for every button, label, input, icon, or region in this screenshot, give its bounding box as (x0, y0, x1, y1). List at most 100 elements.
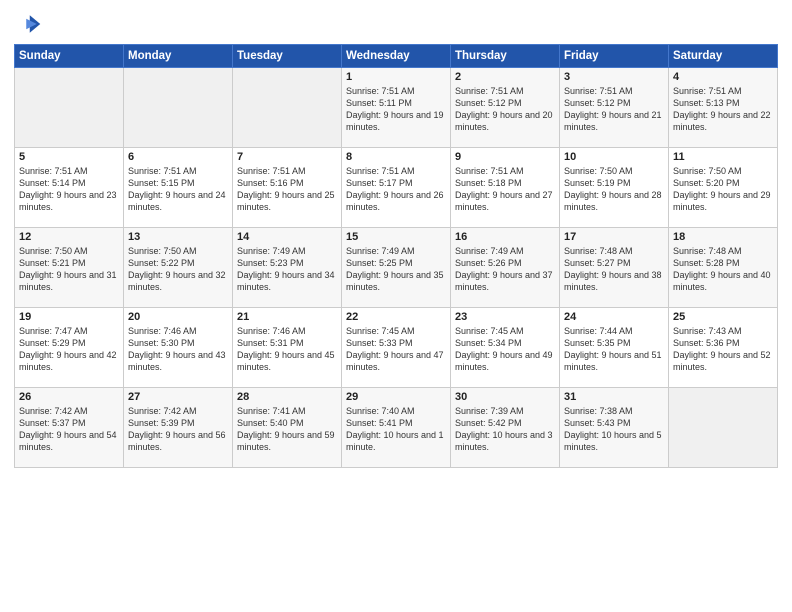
calendar-cell: 12 Sunrise: 7:50 AMSunset: 5:21 PMDayligh… (15, 228, 124, 308)
day-number: 29 (346, 391, 446, 403)
cell-content: Sunrise: 7:51 AMSunset: 5:12 PMDaylight:… (455, 85, 555, 134)
cell-content: Sunrise: 7:45 AMSunset: 5:34 PMDaylight:… (455, 325, 555, 374)
week-row-1: 1 Sunrise: 7:51 AMSunset: 5:11 PMDaylight… (15, 68, 778, 148)
cell-content: Sunrise: 7:48 AMSunset: 5:28 PMDaylight:… (673, 245, 773, 294)
day-number: 15 (346, 231, 446, 243)
day-number: 13 (128, 231, 228, 243)
calendar-cell: 22 Sunrise: 7:45 AMSunset: 5:33 PMDayligh… (342, 308, 451, 388)
calendar-cell (233, 68, 342, 148)
calendar-cell: 14Sunrise: 7:49 AMSunset: 5:23 PMDayligh… (233, 228, 342, 308)
calendar-cell: 21Sunrise: 7:46 AMSunset: 5:31 PMDayligh… (233, 308, 342, 388)
day-number: 26 (19, 391, 119, 403)
cell-content: Sunrise: 7:51 AMSunset: 5:17 PMDaylight:… (346, 165, 446, 214)
cell-content: Sunrise: 7:40 AMSunset: 5:41 PMDaylight:… (346, 405, 446, 454)
day-number: 20 (128, 311, 228, 323)
cell-content: Sunrise: 7:51 AMSunset: 5:14 PMDaylight:… (19, 165, 119, 214)
day-number: 3 (564, 71, 664, 83)
day-number: 31 (564, 391, 664, 403)
calendar-cell: 25 Sunrise: 7:43 AMSunset: 5:36 PMDayligh… (669, 308, 778, 388)
calendar-cell: 2 Sunrise: 7:51 AMSunset: 5:12 PMDaylight… (451, 68, 560, 148)
cell-content: Sunrise: 7:44 AMSunset: 5:35 PMDaylight:… (564, 325, 664, 374)
day-number: 12 (19, 231, 119, 243)
cell-content: Sunrise: 7:41 AMSunset: 5:40 PMDaylight:… (237, 405, 337, 454)
calendar-cell: 11Sunrise: 7:50 AMSunset: 5:20 PMDayligh… (669, 148, 778, 228)
cell-content: Sunrise: 7:49 AMSunset: 5:25 PMDaylight:… (346, 245, 446, 294)
calendar-cell: 18Sunrise: 7:48 AMSunset: 5:28 PMDayligh… (669, 228, 778, 308)
day-number: 5 (19, 151, 119, 163)
cell-content: Sunrise: 7:42 AMSunset: 5:37 PMDaylight:… (19, 405, 119, 454)
header (14, 10, 778, 38)
calendar-cell (15, 68, 124, 148)
day-number: 8 (346, 151, 446, 163)
calendar-cell: 8 Sunrise: 7:51 AMSunset: 5:17 PMDaylight… (342, 148, 451, 228)
day-number: 11 (673, 151, 773, 163)
page: SundayMondayTuesdayWednesdayThursdayFrid… (0, 0, 792, 612)
day-number: 22 (346, 311, 446, 323)
cell-content: Sunrise: 7:39 AMSunset: 5:42 PMDaylight:… (455, 405, 555, 454)
calendar-cell: 27 Sunrise: 7:42 AMSunset: 5:39 PMDayligh… (124, 388, 233, 468)
day-number: 17 (564, 231, 664, 243)
calendar-cell: 15 Sunrise: 7:49 AMSunset: 5:25 PMDayligh… (342, 228, 451, 308)
weekday-header-monday: Monday (124, 45, 233, 68)
week-row-4: 19Sunrise: 7:47 AMSunset: 5:29 PMDayligh… (15, 308, 778, 388)
calendar-cell: 5 Sunrise: 7:51 AMSunset: 5:14 PMDaylight… (15, 148, 124, 228)
logo-icon (14, 10, 42, 38)
cell-content: Sunrise: 7:51 AMSunset: 5:15 PMDaylight:… (128, 165, 228, 214)
day-number: 30 (455, 391, 555, 403)
calendar-cell: 3 Sunrise: 7:51 AMSunset: 5:12 PMDaylight… (560, 68, 669, 148)
week-row-3: 12 Sunrise: 7:50 AMSunset: 5:21 PMDayligh… (15, 228, 778, 308)
calendar-cell: 1 Sunrise: 7:51 AMSunset: 5:11 PMDaylight… (342, 68, 451, 148)
day-number: 25 (673, 311, 773, 323)
calendar-cell: 30 Sunrise: 7:39 AMSunset: 5:42 PMDayligh… (451, 388, 560, 468)
cell-content: Sunrise: 7:46 AMSunset: 5:31 PMDaylight:… (237, 325, 337, 374)
day-number: 16 (455, 231, 555, 243)
calendar-cell: 6Sunrise: 7:51 AMSunset: 5:15 PMDaylight… (124, 148, 233, 228)
cell-content: Sunrise: 7:50 AMSunset: 5:19 PMDaylight:… (564, 165, 664, 214)
cell-content: Sunrise: 7:51 AMSunset: 5:12 PMDaylight:… (564, 85, 664, 134)
calendar-cell: 16 Sunrise: 7:49 AMSunset: 5:26 PMDayligh… (451, 228, 560, 308)
cell-content: Sunrise: 7:50 AMSunset: 5:22 PMDaylight:… (128, 245, 228, 294)
calendar-cell: 26 Sunrise: 7:42 AMSunset: 5:37 PMDayligh… (15, 388, 124, 468)
day-number: 2 (455, 71, 555, 83)
day-number: 7 (237, 151, 337, 163)
calendar-cell: 29 Sunrise: 7:40 AMSunset: 5:41 PMDayligh… (342, 388, 451, 468)
day-number: 28 (237, 391, 337, 403)
weekday-header-tuesday: Tuesday (233, 45, 342, 68)
day-number: 1 (346, 71, 446, 83)
cell-content: Sunrise: 7:51 AMSunset: 5:13 PMDaylight:… (673, 85, 773, 134)
day-number: 9 (455, 151, 555, 163)
cell-content: Sunrise: 7:51 AMSunset: 5:11 PMDaylight:… (346, 85, 446, 134)
day-number: 4 (673, 71, 773, 83)
calendar-cell: 17Sunrise: 7:48 AMSunset: 5:27 PMDayligh… (560, 228, 669, 308)
cell-content: Sunrise: 7:49 AMSunset: 5:26 PMDaylight:… (455, 245, 555, 294)
weekday-header-friday: Friday (560, 45, 669, 68)
cell-content: Sunrise: 7:45 AMSunset: 5:33 PMDaylight:… (346, 325, 446, 374)
day-number: 27 (128, 391, 228, 403)
calendar: SundayMondayTuesdayWednesdayThursdayFrid… (14, 44, 778, 468)
calendar-cell (124, 68, 233, 148)
calendar-cell: 23Sunrise: 7:45 AMSunset: 5:34 PMDayligh… (451, 308, 560, 388)
calendar-cell: 28 Sunrise: 7:41 AMSunset: 5:40 PMDayligh… (233, 388, 342, 468)
weekday-header-saturday: Saturday (669, 45, 778, 68)
cell-content: Sunrise: 7:38 AMSunset: 5:43 PMDaylight:… (564, 405, 664, 454)
cell-content: Sunrise: 7:51 AMSunset: 5:16 PMDaylight:… (237, 165, 337, 214)
day-number: 10 (564, 151, 664, 163)
week-row-5: 26 Sunrise: 7:42 AMSunset: 5:37 PMDayligh… (15, 388, 778, 468)
calendar-cell: 10 Sunrise: 7:50 AMSunset: 5:19 PMDayligh… (560, 148, 669, 228)
week-row-2: 5 Sunrise: 7:51 AMSunset: 5:14 PMDaylight… (15, 148, 778, 228)
calendar-cell: 13 Sunrise: 7:50 AMSunset: 5:22 PMDayligh… (124, 228, 233, 308)
calendar-cell: 4 Sunrise: 7:51 AMSunset: 5:13 PMDaylight… (669, 68, 778, 148)
calendar-cell: 31 Sunrise: 7:38 AMSunset: 5:43 PMDayligh… (560, 388, 669, 468)
logo (14, 10, 46, 38)
day-number: 14 (237, 231, 337, 243)
weekday-header-thursday: Thursday (451, 45, 560, 68)
day-number: 19 (19, 311, 119, 323)
cell-content: Sunrise: 7:42 AMSunset: 5:39 PMDaylight:… (128, 405, 228, 454)
calendar-cell (669, 388, 778, 468)
weekday-header-sunday: Sunday (15, 45, 124, 68)
cell-content: Sunrise: 7:50 AMSunset: 5:21 PMDaylight:… (19, 245, 119, 294)
weekday-header-wednesday: Wednesday (342, 45, 451, 68)
day-number: 24 (564, 311, 664, 323)
cell-content: Sunrise: 7:46 AMSunset: 5:30 PMDaylight:… (128, 325, 228, 374)
cell-content: Sunrise: 7:43 AMSunset: 5:36 PMDaylight:… (673, 325, 773, 374)
